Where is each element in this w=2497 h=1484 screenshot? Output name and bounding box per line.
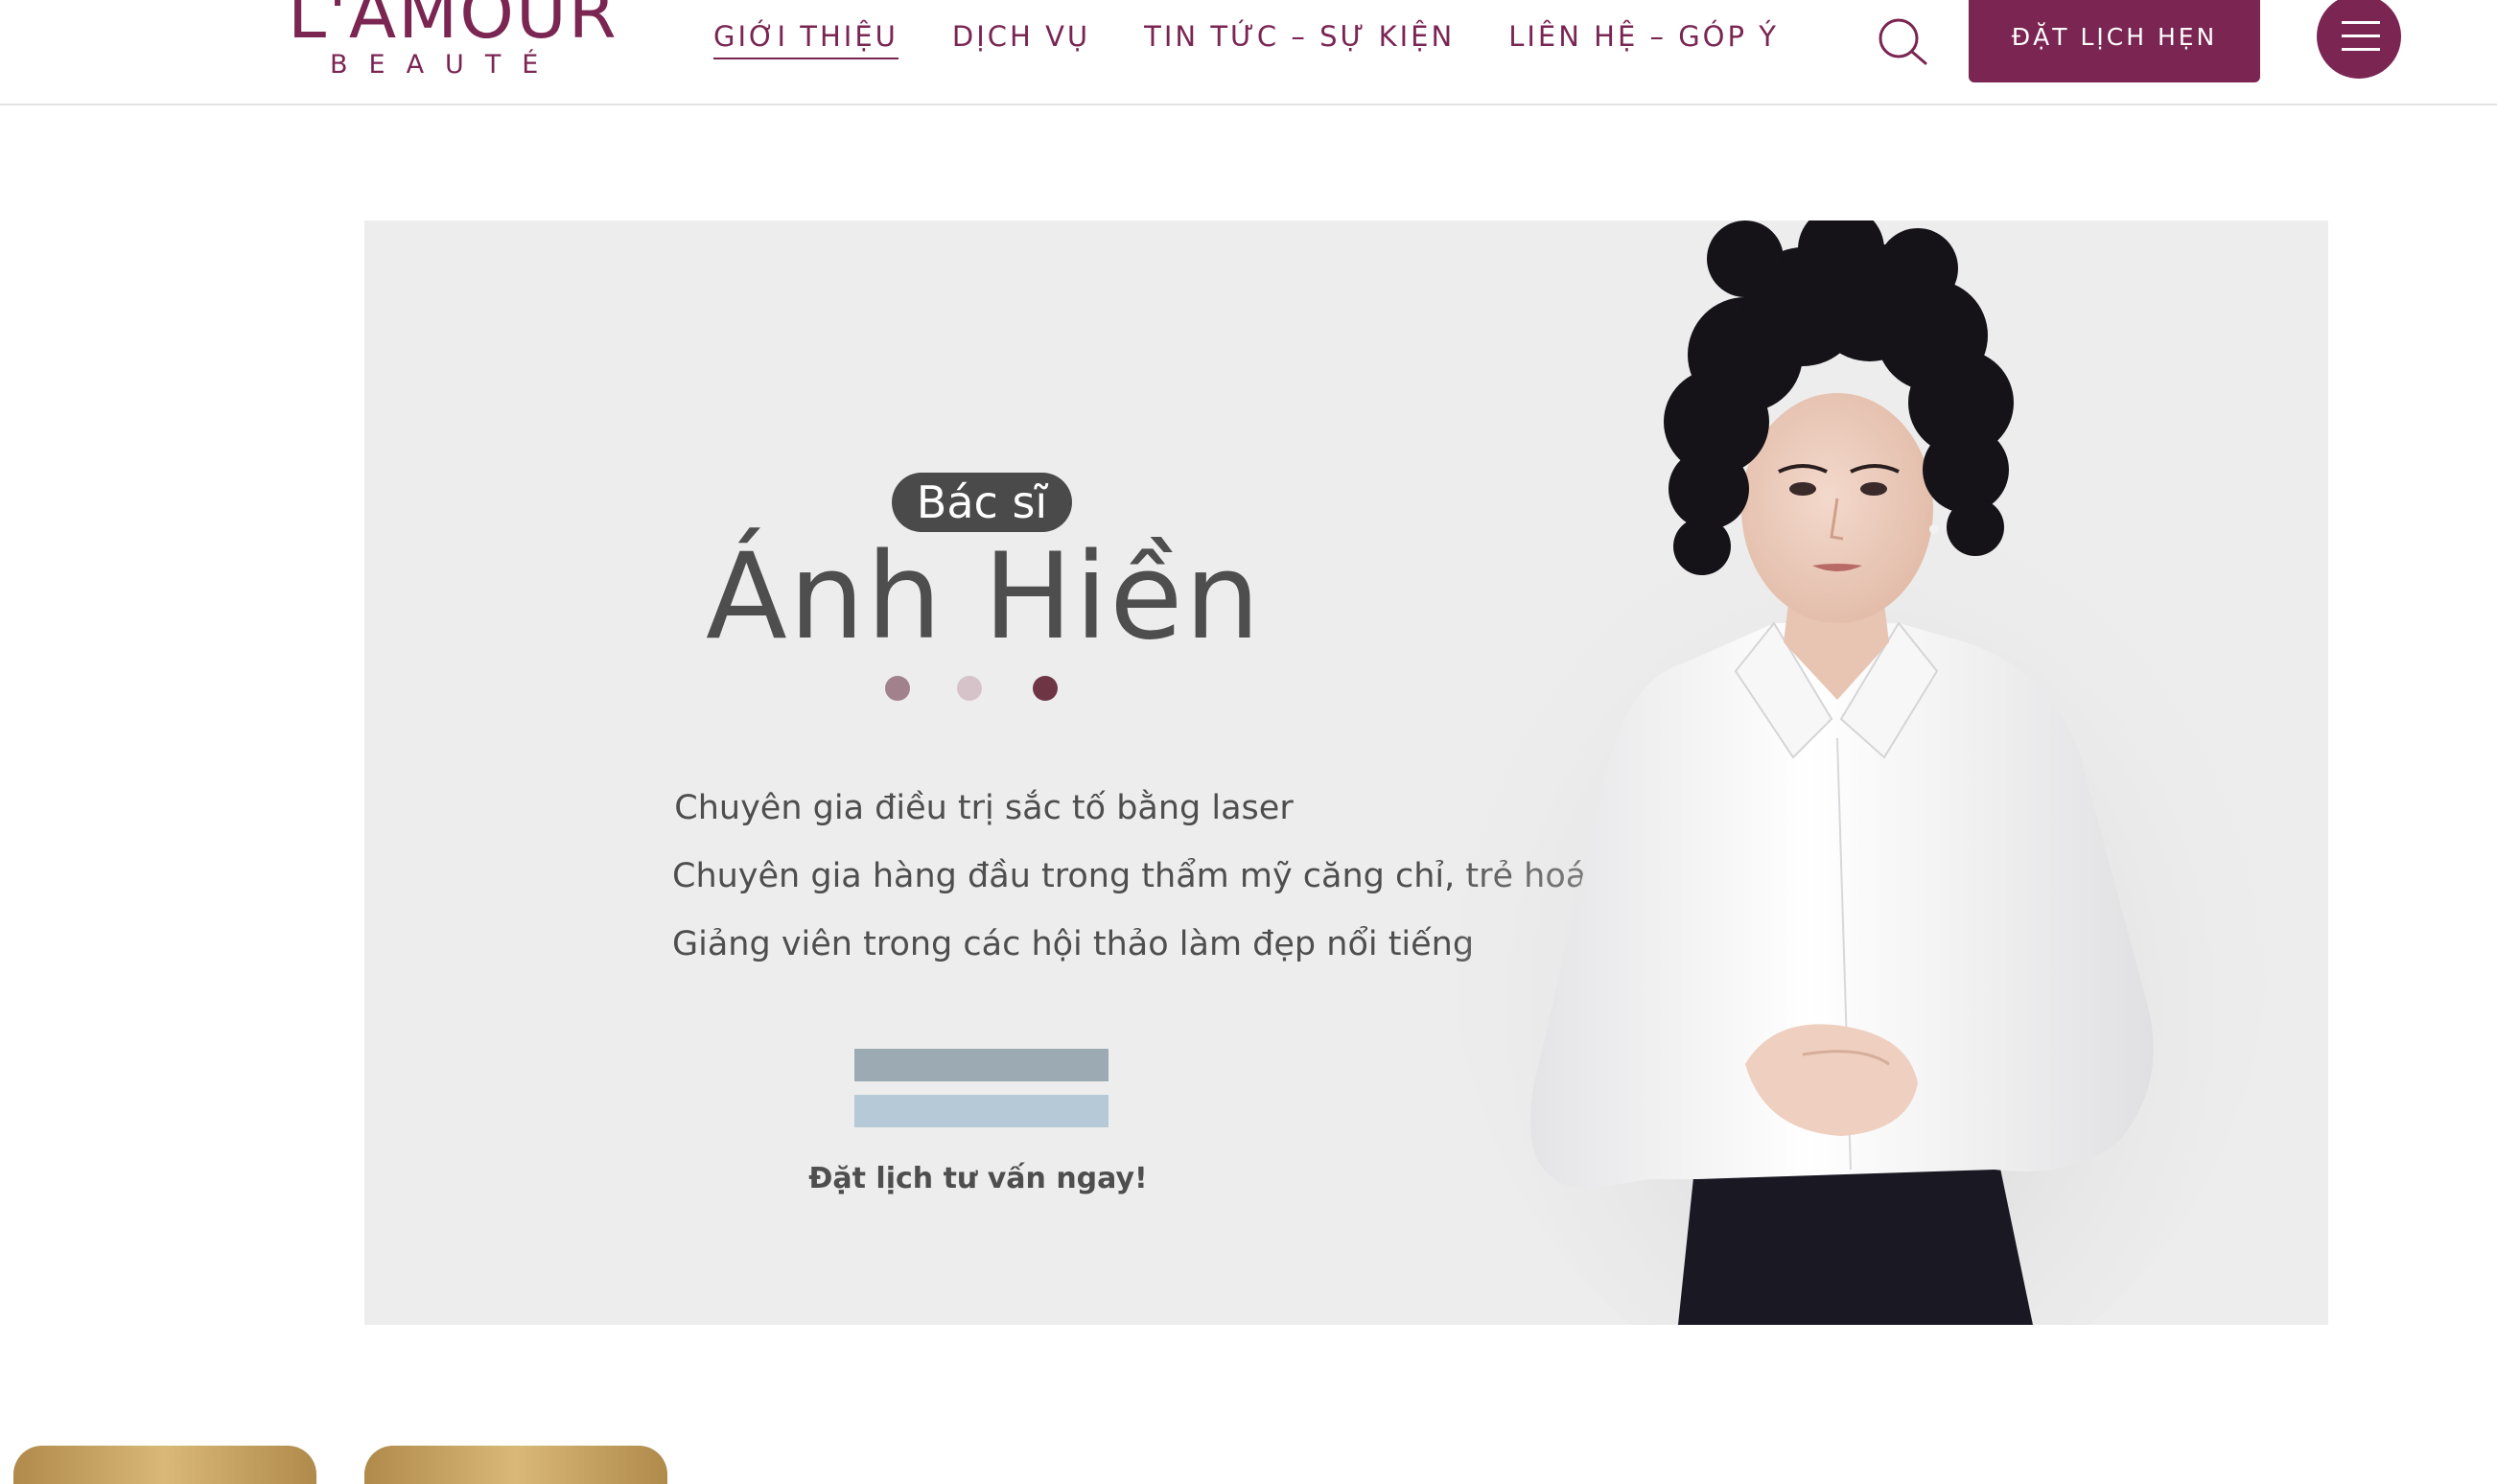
credential-line: Chuyên gia hàng đầu trong thẩm mỹ căng c… bbox=[672, 857, 1587, 895]
search-icon bbox=[1879, 18, 1927, 65]
book-appointment-button[interactable]: ĐẶT LỊCH HẸN bbox=[1969, 0, 2260, 82]
logo-tagline: BEAUTÉ bbox=[330, 50, 560, 80]
doctor-portrait-image bbox=[1458, 220, 2273, 1325]
logo-wordmark: L'AMOUR bbox=[288, 0, 618, 54]
doctor-credentials: Chuyên gia điều trị sắc tố bằng laser Ch… bbox=[672, 775, 1587, 979]
brand-logo[interactable]: L'AMOUR BEAUTÉ bbox=[288, 0, 617, 84]
decor-dot-1 bbox=[885, 676, 910, 701]
nav-item-lien-he-gop-y[interactable]: LIÊN HỆ – GÓP Ý bbox=[1508, 17, 1779, 59]
nav-item-tin-tuc-su-kien[interactable]: TIN TỨC – SỰ KIỆN bbox=[1144, 17, 1455, 59]
credential-line: Giảng viên trong các hội thảo làm đẹp nổ… bbox=[672, 925, 1475, 963]
site-header: L'AMOUR BEAUTÉ GIỚI THIỆU DỊCH VỤ TIN TỨ… bbox=[0, 0, 2497, 105]
menu-button[interactable] bbox=[2317, 0, 2401, 79]
book-consultation-link[interactable]: Đặt lịch tư vấn ngay! bbox=[729, 1160, 1227, 1198]
section-card-peek bbox=[364, 1446, 667, 1484]
nav-item-gioi-thieu[interactable]: GIỚI THIỆU bbox=[713, 17, 898, 59]
doctor-name: Ánh Hiền bbox=[706, 528, 1262, 666]
nav-item-dich-vu[interactable]: DỊCH VỤ bbox=[952, 17, 1090, 59]
doctor-title-badge: Bác sĩ bbox=[892, 473, 1072, 532]
decor-bar-2 bbox=[854, 1095, 1108, 1127]
decor-bar-1 bbox=[854, 1049, 1108, 1081]
decor-dot-2 bbox=[957, 676, 982, 701]
search-button[interactable] bbox=[1874, 13, 1931, 67]
section-card-peek bbox=[13, 1446, 316, 1484]
decor-dot-3 bbox=[1033, 676, 1058, 701]
main-nav: GIỚI THIỆU DỊCH VỤ TIN TỨC – SỰ KIỆN LIÊ… bbox=[713, 17, 1779, 59]
doctor-hero-banner: Bác sĩ Ánh Hiền Chuyên gia điều trị sắc … bbox=[364, 220, 2328, 1325]
credential-line: Chuyên gia điều trị sắc tố bằng laser bbox=[674, 789, 1294, 827]
